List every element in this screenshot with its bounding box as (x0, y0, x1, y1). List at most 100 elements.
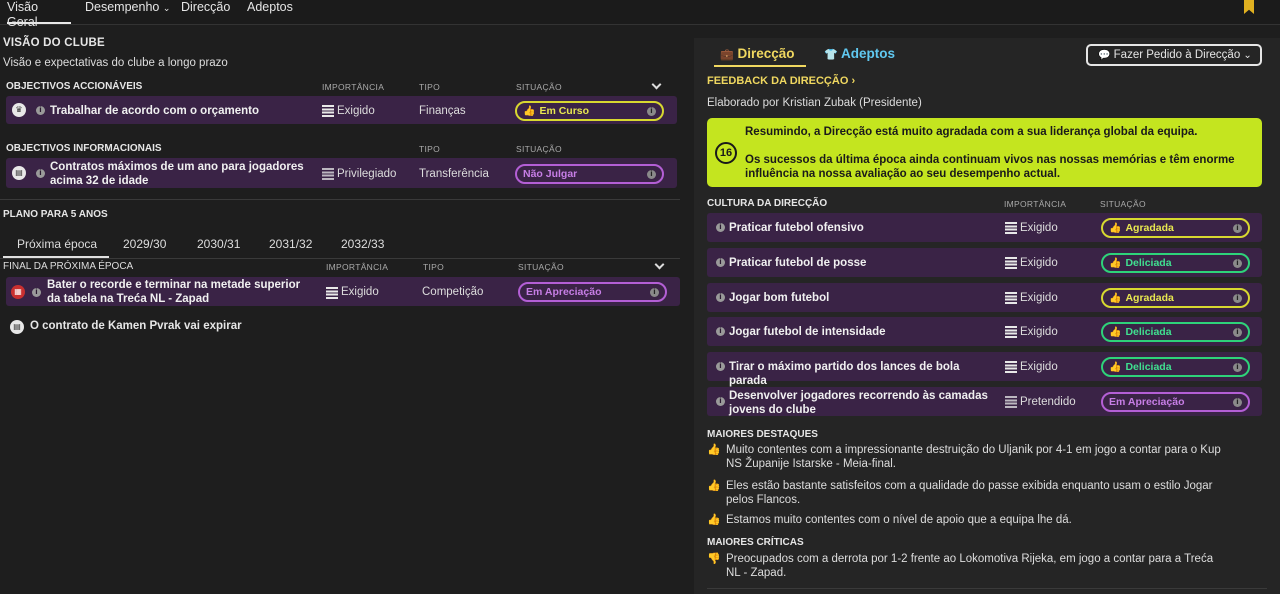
importance-icon (322, 168, 334, 180)
contract-note[interactable]: O contrato de Kamen Pvrak vai expirar (30, 320, 242, 332)
thumbs-up-icon: 👍 (1109, 258, 1122, 269)
club-crest-icon: ♛ (12, 103, 26, 117)
summary-line-1: Resumindo, a Direcção está muito agradad… (745, 126, 1198, 138)
info-icon[interactable]: i (716, 223, 725, 232)
objective-text: Contratos máximos de um ano para jogador… (50, 161, 304, 187)
importance-value: Exigido (1020, 292, 1058, 304)
tab-overview[interactable]: Visão Geral (7, 0, 71, 29)
status-badge[interactable]: 👍 Agradada i (1101, 218, 1250, 238)
plan-header: PLANO PARA 5 ANOS (3, 209, 108, 220)
actionable-header: OBJECTIVOS ACCIONÁVEIS (6, 81, 143, 92)
importance-icon (1005, 326, 1017, 338)
thumbs-up-icon: 👍 (707, 513, 721, 526)
request-board-button[interactable]: 💬 Fazer Pedido à Direcção ⌄ (1086, 44, 1262, 66)
tab-next-season[interactable]: Próxima época (17, 237, 97, 251)
col-importance: IMPORTÂNCIA (1004, 199, 1067, 209)
importance-value: Privilegiado (337, 168, 397, 180)
objective-text: Bater o recorde e terminar na metade sup… (47, 279, 301, 305)
tab-performance[interactable]: Desempenho ⌄ (85, 0, 170, 24)
culture-row[interactable]: i Jogar bom futebol Exigido 👍 Agradada i (707, 283, 1262, 312)
speech-bubble-icon: 💬 (1098, 50, 1111, 61)
info-icon[interactable]: i (647, 107, 656, 116)
info-icon[interactable]: i (650, 288, 659, 297)
col-type: TIPO (419, 82, 441, 92)
culture-row[interactable]: i Tirar o máximo partido dos lances de bo… (707, 352, 1262, 387)
contract-icon: ▤ (10, 320, 24, 334)
tab-supporters-feedback[interactable]: 👕 Adeptos (824, 46, 895, 61)
shirt-icon: 👕 (824, 48, 838, 61)
info-icon[interactable]: i (716, 397, 725, 406)
feedback-header[interactable]: FEEDBACK DA DIRECÇÃO › (707, 75, 855, 87)
col-importance: IMPORTÂNCIA (326, 262, 389, 272)
type-value: Finanças (419, 105, 466, 117)
status-badge[interactable]: 👍 Deliciada i (1101, 322, 1250, 342)
list-item: 👍 Muito contentes com a impressionante de… (707, 443, 1221, 470)
table-row[interactable]: ▦ i Bater o recorde e terminar na metade… (6, 277, 680, 306)
info-icon[interactable]: i (1233, 363, 1242, 372)
culture-text: Tirar o máximo partido dos lances de bol… (729, 361, 960, 387)
info-icon[interactable]: i (32, 288, 41, 297)
importance-value: Exigido (337, 105, 375, 117)
table-row[interactable]: ▤ i Contratos máximos de um ano para jog… (6, 158, 677, 188)
culture-row[interactable]: i Jogar futebol de intensidade Exigido 👍 Del… (707, 317, 1262, 346)
info-icon[interactable]: i (647, 170, 656, 179)
bookmark-icon[interactable] (1244, 0, 1254, 14)
col-status: SITUAÇÃO (516, 82, 562, 92)
culture-text: Jogar futebol de intensidade (729, 326, 886, 338)
top-navigation: Visão Geral Desempenho ⌄ Direcção Adepto… (0, 0, 1280, 29)
tab-board[interactable]: Direcção (181, 0, 230, 24)
tab-2032-33[interactable]: 2032/33 (341, 237, 384, 251)
summary-line-2: Os sucessos da última época ainda contin… (745, 154, 1235, 180)
score-badge: 16 (715, 142, 737, 164)
highlights-header: MAIORES DESTAQUES (707, 429, 818, 440)
tab-2030-31[interactable]: 2030/31 (197, 237, 240, 251)
status-badge[interactable]: Não Julgar i (515, 164, 664, 184)
status-badge[interactable]: Em Apreciação i (518, 282, 667, 302)
culture-row[interactable]: i Desenvolver jogadores recorrendo às cam… (707, 387, 1262, 416)
tab-2029-30[interactable]: 2029/30 (123, 237, 166, 251)
chevron-down-icon[interactable] (654, 259, 665, 270)
briefcase-icon: 💼 (720, 48, 734, 61)
thumbs-up-icon: 👍 (1109, 223, 1122, 234)
informational-header: OBJECTIVOS INFORMACIONAIS (6, 143, 162, 154)
col-type: TIPO (423, 262, 445, 272)
tab-supporters[interactable]: Adeptos (247, 0, 293, 24)
tab-board-feedback[interactable]: 💼 Direcção (720, 46, 795, 61)
info-icon[interactable]: i (36, 106, 45, 115)
info-icon[interactable]: i (716, 258, 725, 267)
objective-text: Trabalhar de acordo com o orçamento (50, 105, 259, 117)
thumbs-up-icon: 👍 (707, 443, 721, 456)
info-icon[interactable]: i (1233, 398, 1242, 407)
info-icon[interactable]: i (1233, 328, 1242, 337)
info-icon[interactable]: i (716, 327, 725, 336)
status-badge[interactable]: 👍 Agradada i (1101, 288, 1250, 308)
info-icon[interactable]: i (716, 362, 725, 371)
info-icon[interactable]: i (36, 169, 45, 178)
info-icon[interactable]: i (1233, 224, 1242, 233)
divider (707, 588, 1267, 589)
active-tab-indicator (714, 65, 806, 67)
flag-icon: ▦ (11, 285, 25, 299)
table-row[interactable]: ♛ i Trabalhar de acordo com o orçamento … (6, 96, 677, 124)
info-icon[interactable]: i (716, 293, 725, 302)
chevron-right-icon: › (851, 75, 856, 87)
list-item: 👍 Estamos muito contentes com o nível de … (707, 513, 1072, 526)
importance-icon (326, 287, 338, 299)
tab-2031-32[interactable]: 2031/32 (269, 237, 312, 251)
status-badge[interactable]: 👍 Deliciada i (1101, 253, 1250, 273)
info-icon[interactable]: i (1233, 294, 1242, 303)
status-badge[interactable]: 👍 Em Curso i (515, 101, 664, 121)
importance-icon (1005, 396, 1017, 408)
chevron-down-icon[interactable] (651, 79, 662, 90)
importance-value: Exigido (1020, 326, 1058, 338)
col-status: SITUAÇÃO (516, 144, 562, 154)
author-text: Elaborado por Kristian Zubak (Presidente… (707, 97, 922, 109)
culture-row[interactable]: i Praticar futebol ofensivo Exigido 👍 Agrada… (707, 213, 1262, 242)
status-badge[interactable]: 👍 Deliciada i (1101, 357, 1250, 377)
info-icon[interactable]: i (1233, 259, 1242, 268)
col-status: SITUAÇÃO (518, 262, 564, 272)
col-type: TIPO (419, 144, 441, 154)
status-badge[interactable]: Em Apreciação i (1101, 392, 1250, 412)
culture-row[interactable]: i Praticar futebol de posse Exigido 👍 Delici… (707, 248, 1262, 277)
importance-icon (1005, 257, 1017, 269)
